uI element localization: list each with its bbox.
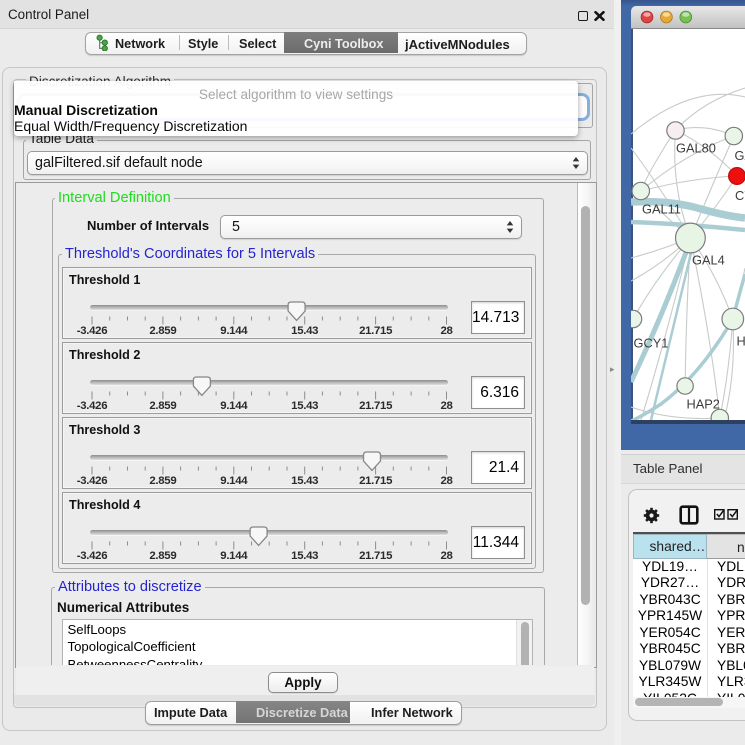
svg-text:GAL3: GAL3: [735, 148, 745, 163]
svg-text:GAL4: GAL4: [692, 253, 725, 268]
svg-text:GCY1: GCY1: [634, 336, 669, 351]
svg-text:HIS4: HIS4: [737, 334, 745, 349]
svg-text:GAL11: GAL11: [642, 202, 681, 217]
svg-text:GAL80: GAL80: [676, 141, 716, 156]
svg-text:CYC1: CYC1: [735, 188, 745, 203]
svg-text:HAP2: HAP2: [687, 397, 720, 412]
